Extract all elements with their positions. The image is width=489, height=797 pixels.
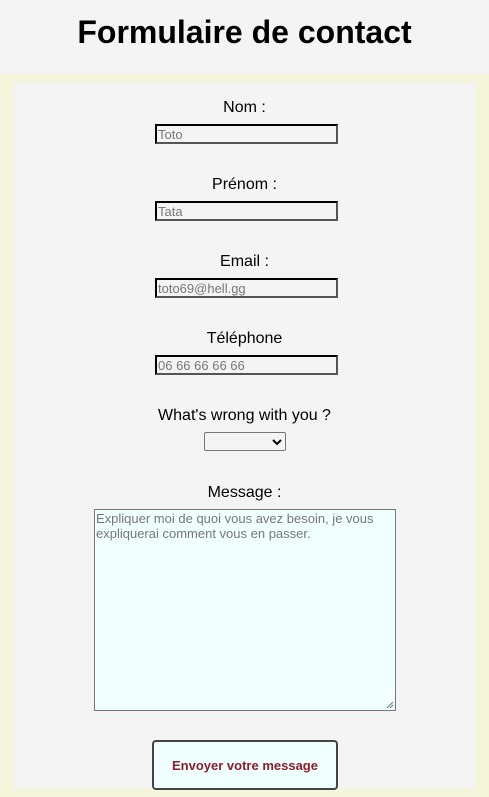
prenom-input[interactable] [155, 201, 338, 221]
email-input[interactable] [155, 278, 338, 298]
issue-label: What's wrong with you ? [158, 407, 331, 424]
nom-input[interactable] [155, 124, 338, 144]
telephone-input[interactable] [155, 355, 338, 375]
telephone-label: Téléphone [206, 330, 283, 347]
message-textarea[interactable] [94, 509, 396, 711]
form-frame: Nom : Prénom : Email : Téléphone What's … [0, 74, 489, 797]
submit-button[interactable]: Envoyer votre message [152, 740, 338, 790]
chevron-down-icon [272, 435, 282, 451]
page-title: Formulaire de contact [77, 14, 412, 50]
message-label: Message : [207, 484, 282, 501]
issue-select[interactable] [204, 432, 286, 451]
prenom-label: Prénom : [212, 176, 277, 193]
contact-form: Nom : Prénom : Email : Téléphone What's … [13, 83, 476, 790]
nom-label: Nom : [223, 99, 266, 116]
email-label: Email : [220, 253, 269, 270]
resize-grip-icon[interactable] [385, 700, 394, 709]
